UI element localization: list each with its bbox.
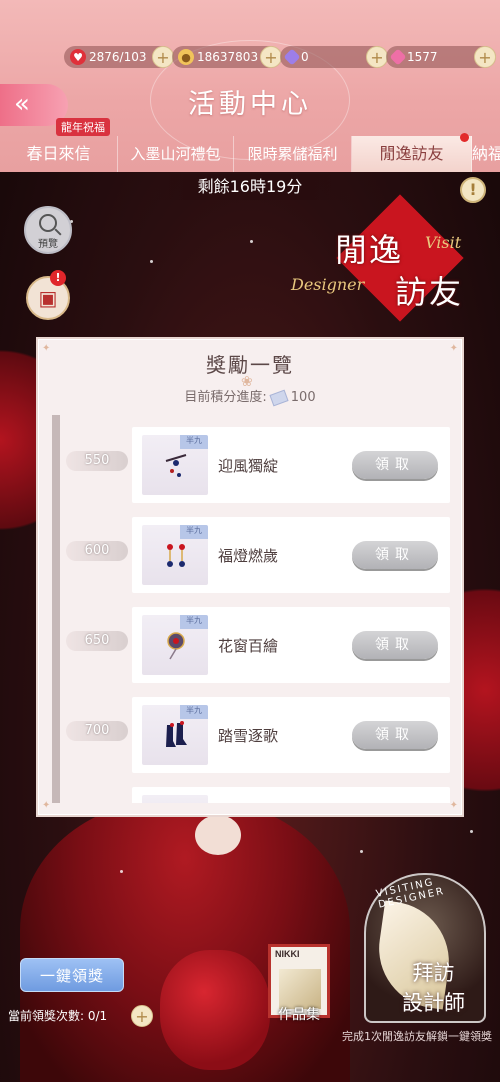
item-name: 花窗百繪 [218,637,279,655]
logo-text-line1: 閒逸 [335,231,404,269]
snowflake [250,240,253,243]
preview-button[interactable]: 預覽 [24,206,72,254]
boots-icon [166,721,187,747]
pendant-icon [167,632,185,660]
crystal-counter: 1577 + [386,46,496,68]
heart-icon: ♥ [70,49,86,65]
countdown-timer: 剩餘16時19分 [150,174,350,200]
add-claim-count-button[interactable]: + [131,1005,153,1027]
item-name: 福燈燃歲 [218,547,279,565]
visit-designer-label: 拜訪 設計師 [402,958,465,1018]
top-header: ♥ 2876/103 + ● 18637803 + 0 + 1577 + « 活… [0,0,500,172]
tab-fortune[interactable]: 納福 [472,136,500,172]
pink-crystal-icon [389,48,407,66]
reward-row-partial [52,787,450,803]
diamond-value: 0 [301,50,309,64]
notification-dot [460,133,469,142]
gold-cat-icon: ● [178,49,194,65]
gold-value: 18637803 [197,50,259,64]
unlock-hint: 完成1次閒逸訪友解鎖一鍵領獎 [342,1030,492,1043]
reward-card: 半九 福燈燃歲 領取 [132,517,450,593]
score-progress: 目前積分進度: 100 [38,386,462,406]
tab-visit-friends[interactable]: 閒逸訪友 [352,136,472,172]
search-icon [39,214,57,232]
character-hand [195,815,241,855]
reward-list[interactable]: 550 半九 迎風獨綻 領取 600 半九 福燈燃歲 領取 650 半九 花窗百… [52,415,450,803]
panel-corner-ornament: ✦ [449,800,458,811]
rewards-panel: ✦ ✦ ✦ ✦ 獎勵一覽 ❀ 目前積分進度: 100 550 半九 迎風獨綻 領… [36,337,464,817]
progress-label: 目前積分進度: [184,390,267,405]
stamina-value: 2876/103 [89,50,147,64]
stamina-counter: ♥ 2876/103 + [64,46,174,68]
logo-text-line2: 訪友 [395,273,464,311]
rarity-tag: 半九 [180,615,208,629]
gift-icon: ▣ [38,286,58,310]
earrings-icon [167,544,185,567]
reward-row: 700 半九 踏雪逐歌 領取 [52,697,450,773]
progress-value: 100 [290,390,316,405]
reward-card: 半九 迎風獨綻 領取 [132,427,450,503]
snowflake [470,830,473,833]
diamond-counter: 0 + [280,46,388,68]
score-tag: 600 [66,541,128,561]
item-thumbnail[interactable] [142,795,208,803]
visit-label-line2: 設計師 [402,991,465,1015]
logo-script-visit: Visit [425,233,462,252]
hairpin-icon [165,454,187,477]
reward-row: 650 半九 花窗百繪 領取 [52,607,450,683]
portfolio-label: 作品集 [278,1007,320,1023]
claim-count-label: 當前領獎次數: 0/1 [8,1009,108,1023]
event-logo: 閒逸 訪友 Visit Designer [291,194,495,325]
add-crystal-button[interactable]: + [474,46,496,68]
activity-tabs: 春日來信 入墨山河禮包 限時累儲福利 閒逸訪友 納福 [0,136,500,172]
claim-button[interactable]: 領取 [352,541,438,569]
claim-button[interactable]: 領取 [352,631,438,659]
rarity-tag: 半九 [180,435,208,449]
reward-card: 半九 花窗百繪 領取 [132,607,450,683]
add-diamond-button[interactable]: + [366,46,388,68]
alert-icon: ! [50,270,66,286]
panel-corner-ornament: ✦ [42,800,51,811]
reward-card [132,787,450,803]
item-thumbnail[interactable]: 半九 [142,615,208,675]
reward-row: 600 半九 福燈燃歲 領取 [52,517,450,593]
snowflake [120,870,123,873]
item-thumbnail[interactable]: 半九 [142,525,208,585]
info-icon[interactable]: ! [460,177,486,203]
page-title: 活動中心 [188,89,312,120]
tab-ink-gift-pack[interactable]: 入墨山河禮包 [118,136,234,172]
portfolio-card-text: NIKKI [275,949,300,959]
visit-label-line1: 拜訪 [412,961,455,985]
claim-button[interactable]: 領取 [352,451,438,479]
preview-label: 預覽 [38,239,58,250]
portfolio-image [279,969,321,1009]
reward-row: 550 半九 迎風獨綻 領取 [52,427,450,503]
item-thumbnail[interactable]: 半九 [142,435,208,495]
claim-all-button[interactable]: 一鍵領獎 [20,958,124,992]
rarity-tag: 半九 [180,525,208,539]
item-name: 迎風獨綻 [218,457,279,475]
character-lantern-bag [160,950,270,1070]
tab-limited-recharge[interactable]: 限時累儲福利 [234,136,352,172]
ticket-icon [269,389,289,406]
gold-counter: ● 18637803 + [172,46,282,68]
crystal-value: 1577 [407,50,438,64]
score-tag: 650 [66,631,128,651]
reward-card: 半九 踏雪逐歌 領取 [132,697,450,773]
item-name: 踏雪逐歌 [218,727,279,745]
add-gold-button[interactable]: + [260,46,282,68]
add-stamina-button[interactable]: + [152,46,174,68]
claim-button[interactable]: 領取 [352,721,438,749]
snowflake [360,850,363,853]
tab-spring-letter[interactable]: 春日來信 [0,136,118,172]
score-tag: 700 [66,721,128,741]
snowflake [150,260,153,263]
tab-badge: 龍年祝福 [56,118,110,136]
rarity-tag: 半九 [180,705,208,719]
diamond-icon [283,48,301,66]
score-tag: 550 [66,451,128,471]
item-thumbnail[interactable]: 半九 [142,705,208,765]
logo-script-designer: Designer [291,275,365,294]
